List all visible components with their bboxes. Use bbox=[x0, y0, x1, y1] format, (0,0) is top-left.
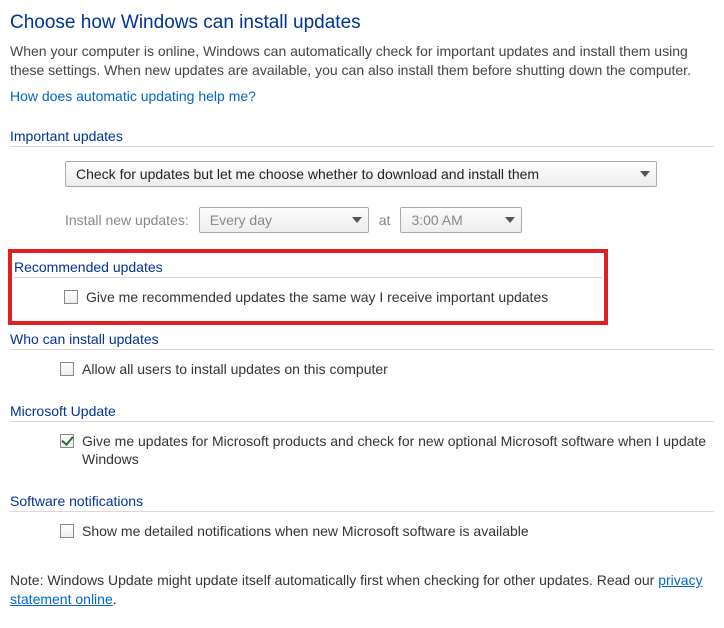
note-prefix: Note: Windows Update might update itself… bbox=[10, 572, 658, 588]
update-mode-dropdown[interactable]: Check for updates but let me choose whet… bbox=[65, 161, 657, 187]
software-notifications-label: Show me detailed notifications when new … bbox=[82, 522, 714, 541]
schedule-day-value: Every day bbox=[210, 212, 272, 228]
intro-text: When your computer is online, Windows ca… bbox=[10, 42, 714, 80]
schedule-label: Install new updates: bbox=[65, 212, 189, 228]
section-software-notifications: Software notifications bbox=[10, 493, 714, 512]
allow-all-users-checkbox[interactable] bbox=[60, 362, 74, 376]
recommended-updates-label: Give me recommended updates the same way… bbox=[86, 288, 602, 307]
section-important-updates: Important updates bbox=[10, 128, 714, 147]
section-recommended-updates: Recommended updates bbox=[14, 259, 602, 278]
section-who-can-install: Who can install updates bbox=[10, 331, 714, 350]
microsoft-update-label: Give me updates for Microsoft products a… bbox=[82, 432, 714, 470]
software-notifications-checkbox[interactable] bbox=[60, 524, 74, 538]
section-microsoft-update: Microsoft Update bbox=[10, 403, 714, 422]
footer-note: Note: Windows Update might update itself… bbox=[10, 571, 714, 609]
note-suffix: . bbox=[113, 591, 117, 607]
chevron-down-icon bbox=[640, 171, 650, 177]
allow-all-users-label: Allow all users to install updates on th… bbox=[82, 360, 714, 379]
update-mode-value: Check for updates but let me choose whet… bbox=[76, 166, 539, 182]
recommended-updates-highlight: Recommended updates Give me recommended … bbox=[8, 249, 608, 325]
chevron-down-icon bbox=[352, 217, 362, 223]
schedule-day-dropdown[interactable]: Every day bbox=[199, 207, 369, 233]
microsoft-update-checkbox[interactable] bbox=[60, 434, 74, 448]
chevron-down-icon bbox=[505, 217, 515, 223]
recommended-updates-checkbox[interactable] bbox=[64, 290, 78, 304]
page-title: Choose how Windows can install updates bbox=[10, 12, 714, 34]
help-link[interactable]: How does automatic updating help me? bbox=[10, 88, 256, 104]
schedule-time-dropdown[interactable]: 3:00 AM bbox=[400, 207, 522, 233]
schedule-time-value: 3:00 AM bbox=[411, 212, 462, 228]
at-label: at bbox=[379, 212, 391, 228]
